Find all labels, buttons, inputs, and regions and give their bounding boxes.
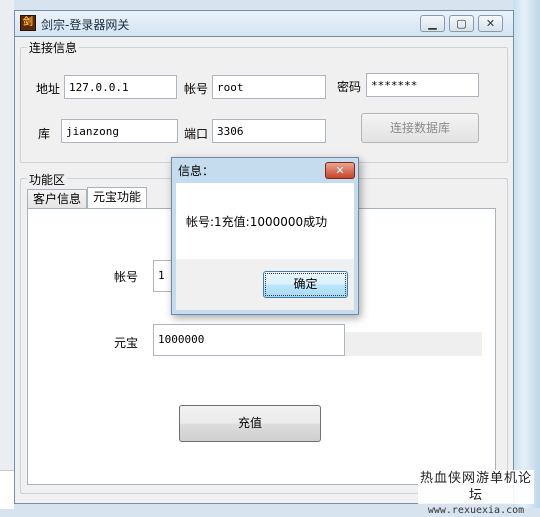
- connection-legend: 连接信息: [27, 39, 80, 56]
- minimize-button[interactable]: ▁: [420, 15, 445, 32]
- field-placeholder-area: [345, 332, 482, 356]
- port-label: 端口: [184, 127, 209, 141]
- maximize-icon: ▢: [456, 17, 467, 30]
- account-label: 帐号: [184, 82, 209, 96]
- tab-yuanbao-functions[interactable]: 元宝功能: [87, 187, 147, 209]
- desktop-window-edge: [0, 470, 14, 509]
- window-title: 剑宗-登录器网关: [41, 18, 130, 32]
- functions-legend: 功能区: [27, 171, 68, 188]
- connection-groupbox: [20, 47, 508, 163]
- dialog-title: 信息：: [178, 164, 215, 178]
- address-field[interactable]: 127.0.0.1: [64, 75, 177, 99]
- desktop-background-right: [513, 0, 540, 508]
- address-label: 地址: [36, 82, 61, 96]
- watermark-line2: www.rexuexia.com: [427, 505, 525, 516]
- maximize-button[interactable]: ▢: [449, 15, 474, 32]
- dialog-close-button[interactable]: ✕: [325, 162, 355, 179]
- dialog-message: 帐号:1充值:1000000成功: [186, 215, 328, 229]
- close-icon: ✕: [335, 164, 345, 177]
- account-field[interactable]: root: [212, 75, 326, 99]
- close-icon: ✕: [485, 17, 496, 30]
- yuanbao-amount-field[interactable]: 1000000: [153, 324, 345, 356]
- minimize-icon: ▁: [428, 17, 437, 30]
- recharge-account-label: 帐号: [114, 270, 139, 284]
- connect-database-button[interactable]: 连接数据库: [361, 113, 479, 143]
- port-field[interactable]: 3306: [212, 119, 326, 143]
- focus-rectangle: [265, 273, 346, 296]
- tab-customer-info[interactable]: 客户信息: [27, 189, 87, 209]
- close-button[interactable]: ✕: [478, 15, 503, 32]
- database-field[interactable]: jianzong: [61, 119, 178, 143]
- watermark-line1: 热血侠网游单机论坛: [419, 471, 532, 503]
- database-label: 库: [38, 127, 51, 141]
- password-label: 密码: [337, 80, 362, 94]
- desktop-background-left: [0, 0, 14, 508]
- password-field[interactable]: *******: [366, 73, 479, 97]
- app-logo-icon: 剑: [20, 15, 36, 31]
- watermark: 热血侠网游单机论坛 www.rexuexia.com: [418, 470, 534, 516]
- recharge-button[interactable]: 充值: [179, 405, 321, 442]
- yuanbao-label: 元宝: [114, 336, 139, 350]
